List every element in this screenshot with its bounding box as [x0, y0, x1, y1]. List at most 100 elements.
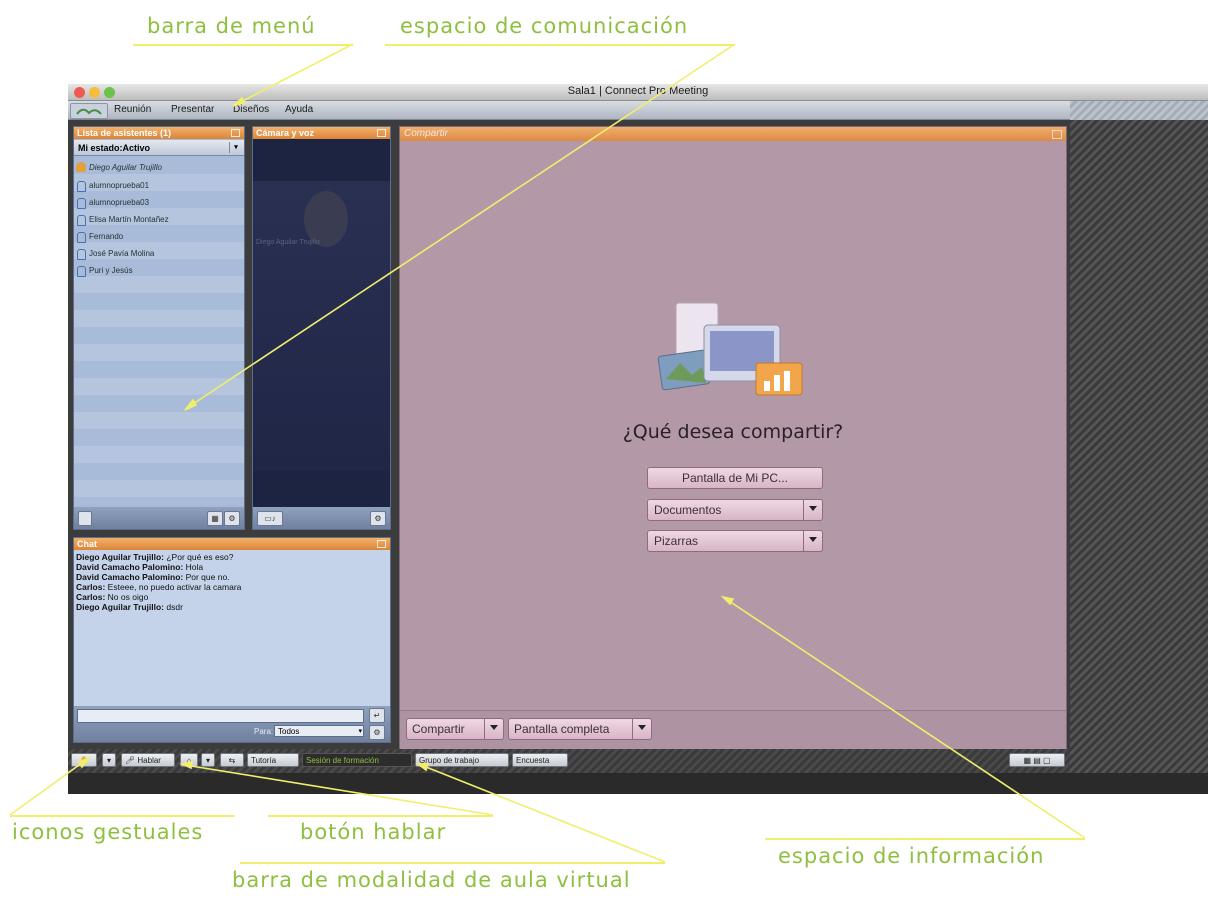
mode-label: Tutoría	[251, 756, 277, 765]
menu-bar: Reunión Presentar Diseños Ayuda	[68, 101, 1208, 120]
chat-text: ¿Por qué es eso?	[164, 552, 234, 562]
chevron-down-icon[interactable]: ▾	[102, 753, 116, 767]
microphone-icon: 🎤︎	[125, 756, 136, 765]
chat-message: Diego Aguilar Trujillo: ¿Por qué es eso?	[76, 552, 388, 562]
fullscreen-button[interactable]: Pantalla completa	[508, 718, 652, 740]
gesture-icons-button[interactable]: ✋	[71, 753, 97, 767]
talk-label: Hablar	[137, 756, 161, 765]
documents-dropdown[interactable]: Documentos	[647, 499, 823, 521]
share-menu-button[interactable]: Compartir	[406, 718, 504, 740]
video-feed: Diego Aguilar Trujillo	[253, 181, 390, 471]
chat-pod: Chat Diego Aguilar Trujillo: ¿Por qué es…	[73, 537, 391, 743]
person-silhouette-icon	[304, 191, 348, 247]
attendee-name: Elisa Martín Montañez	[89, 215, 169, 224]
host-icon	[76, 162, 86, 172]
user-icon	[77, 198, 86, 209]
hatched-area	[1070, 120, 1208, 792]
pod-options-icon[interactable]	[377, 540, 386, 548]
chat-pod-title: Chat	[77, 539, 97, 549]
annotation-underline	[133, 44, 353, 46]
title-bar: Sala1 | Connect Pro Meeting	[68, 84, 1208, 101]
menu-item-ayuda[interactable]: Ayuda	[285, 104, 313, 115]
share-question: ¿Qué desea compartir?	[622, 421, 844, 443]
camera-pod-header: Cámara y voz	[253, 127, 390, 139]
connect-logo-icon[interactable]	[70, 103, 108, 119]
menu-item-reunion[interactable]: Reunión	[114, 104, 151, 115]
whiteboards-label: Pizarras	[654, 534, 699, 548]
chat-text: No os oigo	[105, 592, 149, 602]
grid-view-icon[interactable]: ▦	[207, 511, 223, 526]
share-my-screen-button[interactable]: Pantalla de Mi PC...	[647, 467, 823, 489]
chat-message: David Camacho Palomino: Por que no.	[76, 572, 388, 582]
share-illustration-icon	[657, 302, 803, 396]
whiteboards-dropdown[interactable]: Pizarras	[647, 530, 823, 552]
list-item[interactable]: José Pavía Molina	[74, 245, 244, 262]
chat-author: Diego Aguilar Trujillo:	[76, 552, 164, 562]
user-icon	[77, 266, 86, 277]
attendee-host[interactable]: Diego Aguilar Trujillo	[74, 159, 244, 176]
chat-input[interactable]	[77, 709, 364, 723]
mode-sesion-formacion[interactable]: Sesión de formación	[302, 753, 412, 767]
user-icon	[77, 181, 86, 192]
list-item[interactable]: Puri y Jesús	[74, 262, 244, 279]
pod-options-icon[interactable]	[1052, 130, 1062, 139]
send-icon[interactable]: ↵	[369, 708, 385, 723]
chat-recipient-select[interactable]: Todos ▾	[274, 725, 364, 737]
my-status-dropdown[interactable]: Mi estado:Activo ▾	[74, 140, 244, 156]
camera-voice-pod: Cámara y voz Diego Aguilar Trujillo ▭♪ ⚙	[252, 126, 391, 530]
chat-to-label: Para:	[254, 727, 274, 736]
attendee-name: Fernando	[89, 232, 124, 241]
virtual-classroom-modality-bar: ✋ ▾ 🎤︎ Hablar ⌂ ▾ ⇆ Tutoría Sesión de fo…	[68, 749, 1070, 773]
bottom-strip	[68, 773, 1208, 794]
chat-message: Diego Aguilar Trujillo: dsdr	[76, 602, 388, 612]
mode-label: Grupo de trabajo	[419, 756, 480, 765]
chevron-down-icon	[803, 531, 822, 551]
list-item[interactable]: alumnoprueba01	[74, 177, 244, 194]
chevron-down-icon[interactable]: ▾	[201, 753, 215, 767]
menu-item-disenos[interactable]: Diseños	[233, 104, 269, 115]
speaker-icon[interactable]: ⌂	[180, 753, 198, 767]
talk-button[interactable]: 🎤︎ Hablar	[121, 753, 175, 767]
attendee-list-pod: Lista de asistentes (1) Mi estado:Activo…	[73, 126, 245, 530]
menu-item-presentar[interactable]: Presentar	[171, 104, 214, 115]
mode-tutoria[interactable]: Tutoría	[247, 753, 299, 767]
window-title: Sala1 | Connect Pro Meeting	[567, 85, 709, 97]
chat-text: dsdr	[164, 602, 183, 612]
list-item[interactable]: alumnoprueba03	[74, 194, 244, 211]
pod-options-icon[interactable]	[231, 129, 240, 137]
my-status-value: Mi estado:Activo	[78, 143, 151, 153]
annotation-modality-bar: barra de modalidad de aula virtual	[232, 868, 631, 892]
pod-options-icon[interactable]	[377, 129, 386, 137]
attendee-name: Diego Aguilar Trujillo	[89, 163, 162, 172]
annotation-underline	[765, 838, 1085, 840]
hatched-area	[1070, 101, 1208, 120]
list-item[interactable]: Elisa Martín Montañez	[74, 211, 244, 228]
annotation-info-space: espacio de información	[778, 844, 1045, 868]
layout-controls-icon[interactable]: ▦ ▤ ▢	[1009, 753, 1065, 767]
list-item[interactable]: Fernando	[74, 228, 244, 245]
share-menu-label: Compartir	[412, 722, 465, 736]
attendee-name: Puri y Jesús	[89, 266, 133, 275]
mode-encuesta[interactable]: Encuesta	[512, 753, 568, 767]
annotation-underline	[268, 815, 493, 817]
chat-author: Diego Aguilar Trujillo:	[76, 602, 164, 612]
gear-icon[interactable]: ⚙	[369, 725, 385, 740]
chat-text: Esteee, no puedo activar la camara	[105, 582, 242, 592]
mode-label: Sesión de formación	[306, 756, 379, 765]
chevron-down-icon	[484, 719, 503, 739]
annotation-underline	[240, 862, 665, 864]
attendee-name: alumnoprueba03	[89, 198, 150, 207]
annotation-gesture-icons: iconos gestuales	[12, 820, 204, 844]
camera-mic-button[interactable]: ▭♪	[257, 511, 283, 526]
gear-icon[interactable]: ⚙	[224, 511, 240, 526]
mode-grupo-trabajo[interactable]: Grupo de trabajo	[415, 753, 509, 767]
attendee-pod-header: Lista de asistentes (1)	[74, 127, 244, 139]
share-pod-header: Compartir	[400, 127, 1066, 141]
raise-hand-button[interactable]	[78, 511, 92, 526]
chat-message: Carlos: No os oigo	[76, 592, 388, 602]
share-my-screen-label: Pantalla de Mi PC...	[681, 471, 789, 485]
chevron-down-icon	[632, 719, 651, 739]
gear-icon[interactable]: ⚙	[370, 511, 386, 526]
webcam-icon[interactable]: ⇆	[220, 753, 244, 767]
camera-pod-title: Cámara y voz	[256, 128, 315, 138]
